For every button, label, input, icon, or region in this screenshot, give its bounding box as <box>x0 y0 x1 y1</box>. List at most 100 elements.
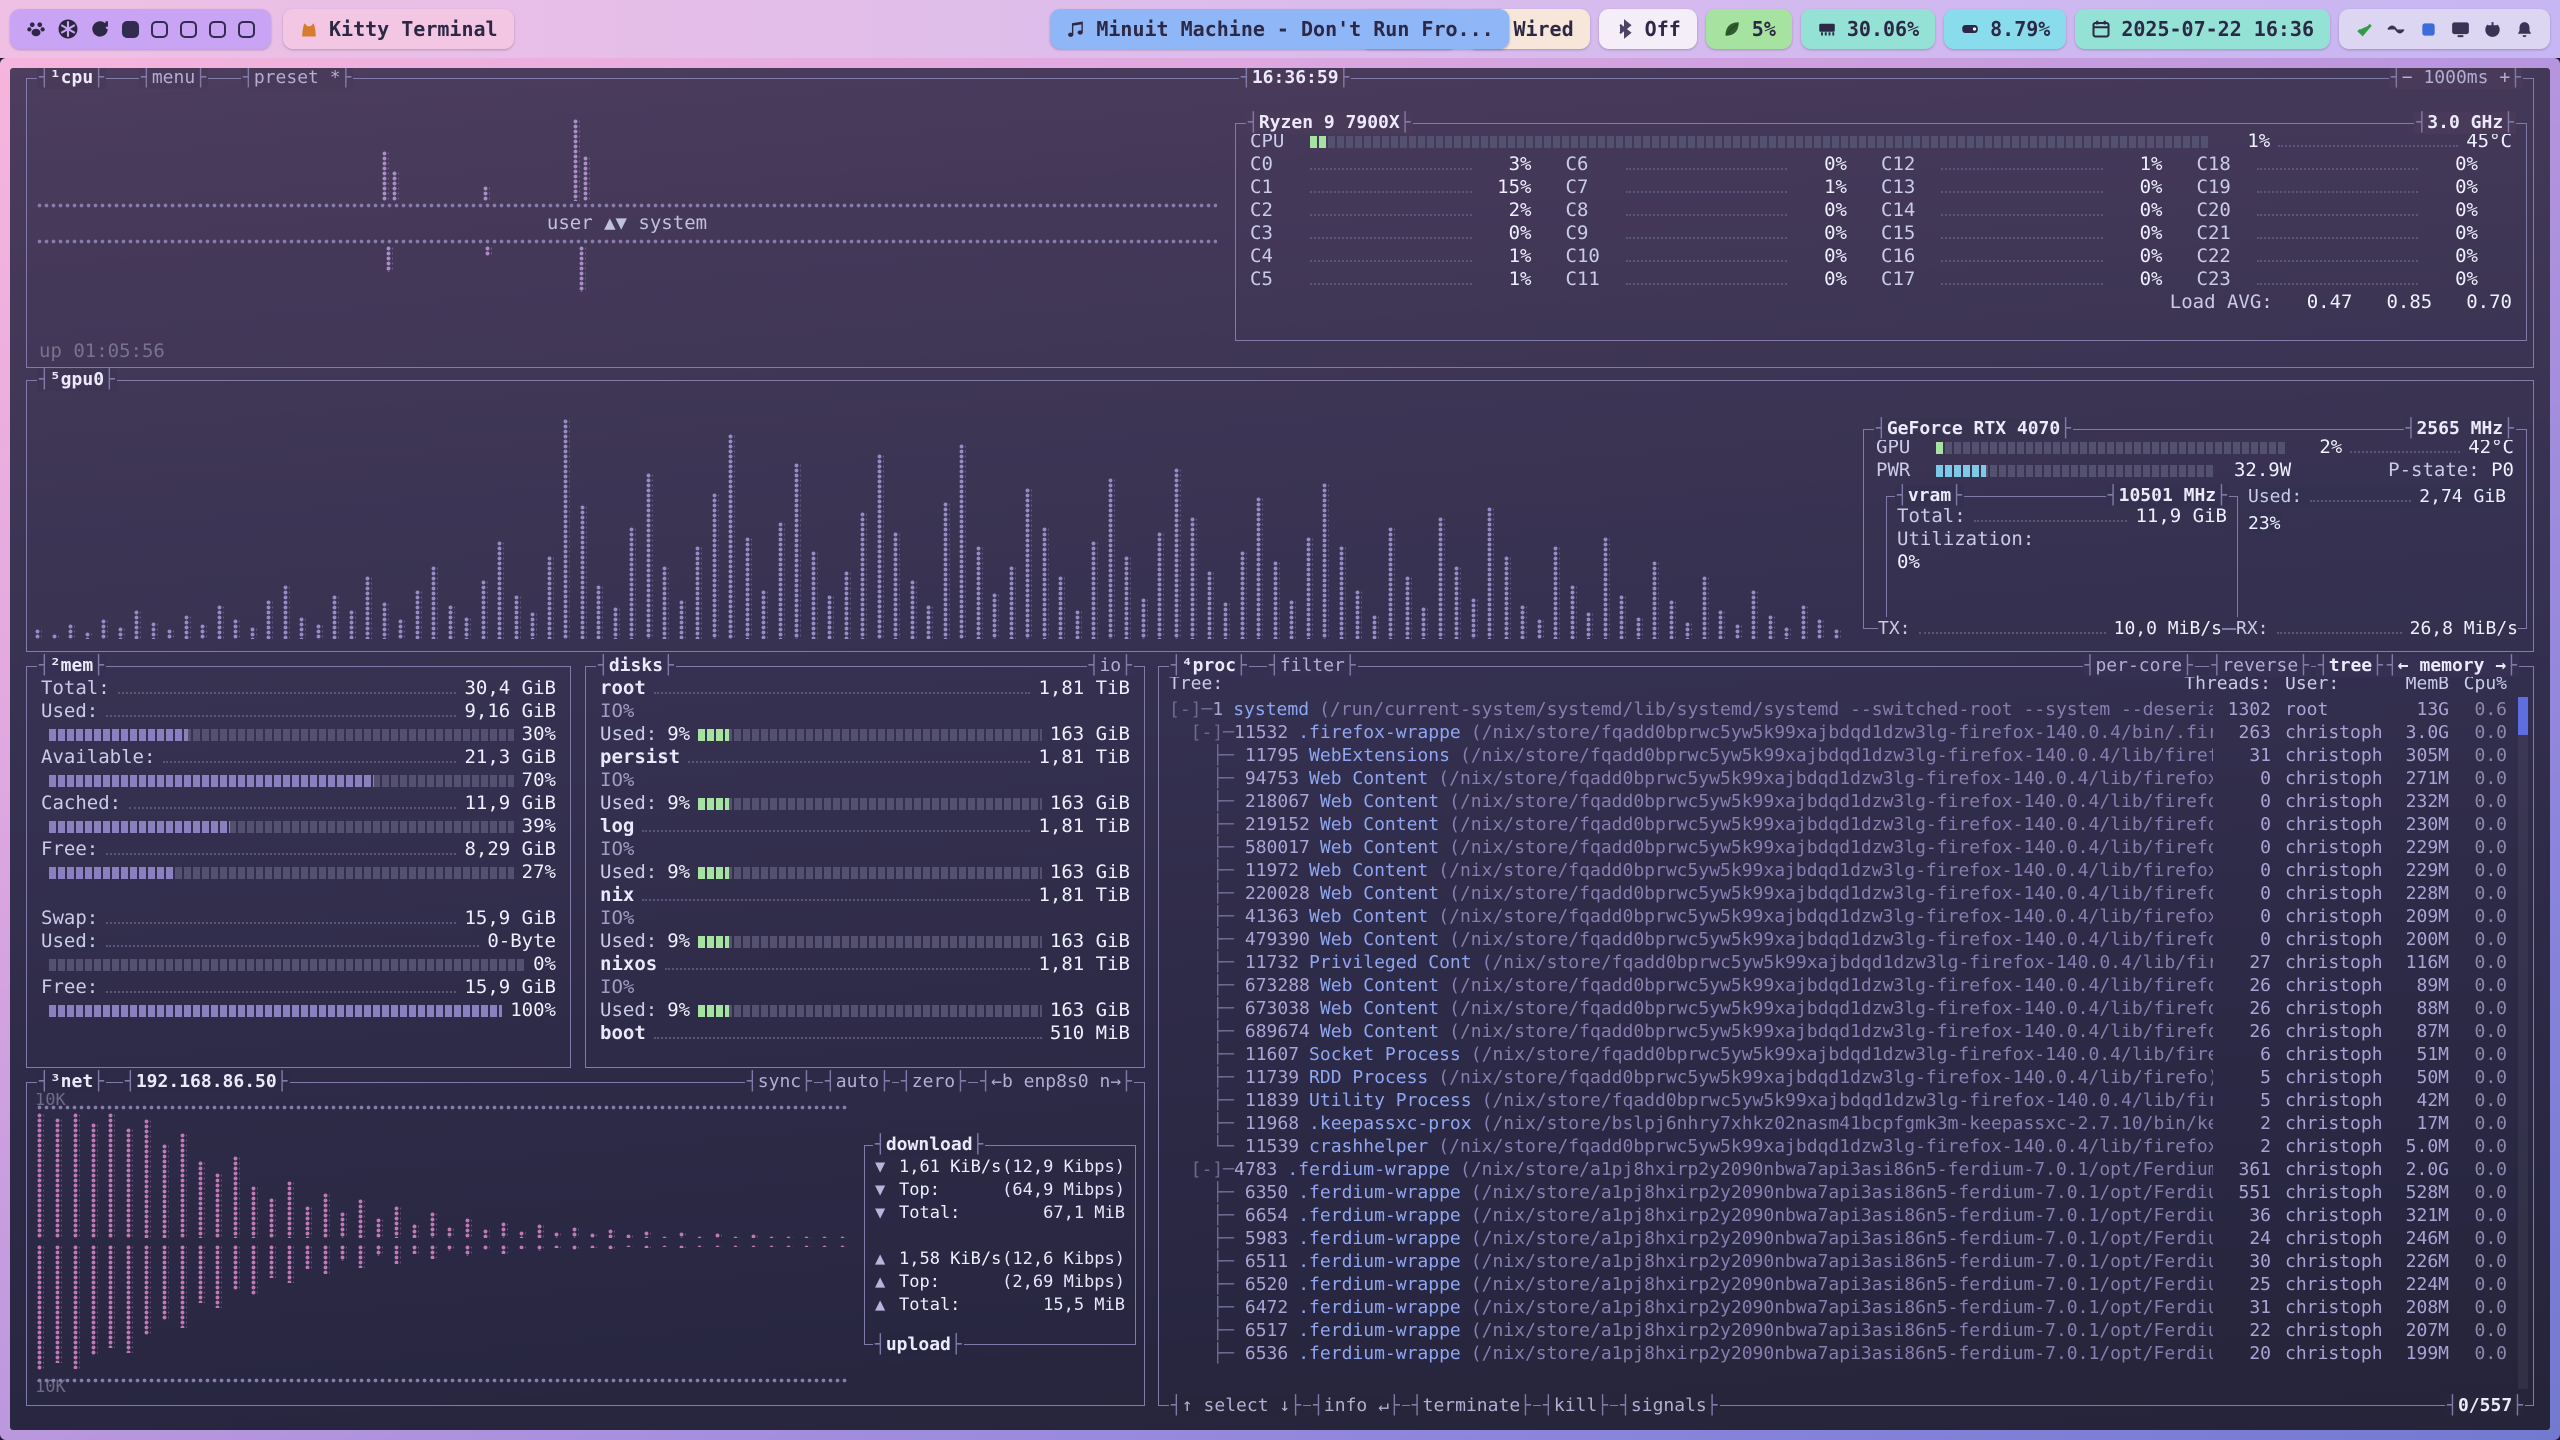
bell-icon[interactable] <box>2515 20 2534 39</box>
process-row[interactable]: ├─ 5983.ferdium-wrappe(/nix/store/a1pj8h… <box>1169 1227 2507 1250</box>
gpu-power-row: PWR 32.9W P-state: P0 <box>1876 459 2514 482</box>
process-row[interactable]: ├─ 218067Web Content(/nix/store/fqadd0bp… <box>1169 790 2507 813</box>
process-row[interactable]: ├─ 6536.ferdium-wrappe(/nix/store/a1pj8h… <box>1169 1342 2507 1365</box>
process-pid: 219152 <box>1245 813 1310 836</box>
process-name: Socket Process <box>1309 1043 1461 1066</box>
status-module[interactable]: Off <box>1599 9 1697 49</box>
footer-action[interactable]: info ↵ <box>1311 1395 1402 1417</box>
process-panel: ⁴proc filter per-core reverse tree ← mem… <box>1158 666 2534 1406</box>
footer-action[interactable]: terminate <box>1410 1395 1533 1417</box>
upload-graph <box>37 1245 847 1370</box>
load-avg-5: 0.85 <box>2386 291 2432 314</box>
process-row[interactable]: ├─ 41363Web Content(/nix/store/fqadd0bpr… <box>1169 905 2507 928</box>
process-row[interactable]: [-]─4783.ferdium-wrappe(/nix/store/a1pj8… <box>1169 1158 2507 1181</box>
per-core-toggle[interactable]: per-core <box>2083 655 2195 677</box>
status-module[interactable]: 30.06% <box>1801 9 1935 49</box>
upload-stat-row: ▲ Top: (2,69 Mibps) <box>875 1271 1125 1294</box>
process-user: christoph <box>2271 1020 2383 1043</box>
process-row[interactable]: [-]─11532.firefox-wrappe(/nix/store/fqad… <box>1169 721 2507 744</box>
reverse-toggle[interactable]: reverse <box>2209 655 2311 677</box>
gpu-tx-row: TX: 10,0 MiB/s <box>1878 617 2222 639</box>
footer-action[interactable]: signals <box>1618 1395 1720 1417</box>
paw-icon[interactable] <box>26 19 46 39</box>
memory-row-label: Cached: <box>41 792 121 815</box>
status-module[interactable]: 8.79% <box>1944 9 2066 49</box>
process-row[interactable]: ├─ 11839Utility Process(/nix/store/fqadd… <box>1169 1089 2507 1112</box>
tree-prefix: ├─ <box>1169 767 1245 790</box>
process-row[interactable]: ├─ 580017Web Content(/nix/store/fqadd0bp… <box>1169 836 2507 859</box>
menu-button[interactable]: menu <box>139 68 208 89</box>
media-module[interactable]: Minuit Machine - Don't Run Fro... <box>1050 9 1509 49</box>
process-row[interactable]: ├─ 219152Web Content(/nix/store/fqadd0bp… <box>1169 813 2507 836</box>
process-row[interactable]: ├─ 6517.ferdium-wrappe(/nix/store/a1pj8h… <box>1169 1319 2507 1342</box>
status-module[interactable]: 5% <box>1706 9 1792 49</box>
preset-button[interactable]: preset * <box>241 68 353 89</box>
footer-action[interactable]: kill <box>1541 1395 1610 1417</box>
memory-row: Used: 0-Byte <box>41 930 556 953</box>
status-module[interactable]: 2025-07-22 16:36 <box>2075 9 2330 49</box>
net-auto-toggle[interactable]: auto <box>823 1071 892 1093</box>
process-row[interactable]: ├─ 220028Web Content(/nix/store/fqadd0bp… <box>1169 882 2507 905</box>
process-row[interactable]: ├─ 11739RDD Process(/nix/store/fqadd0bpr… <box>1169 1066 2507 1089</box>
process-row[interactable]: ├─ 94753Web Content(/nix/store/fqadd0bpr… <box>1169 767 2507 790</box>
workspace-button[interactable] <box>122 21 139 38</box>
process-row[interactable]: ├─ 11607Socket Process(/nix/store/fqadd0… <box>1169 1043 2507 1066</box>
process-row[interactable]: ├─ 673038Web Content(/nix/store/fqadd0bp… <box>1169 997 2507 1020</box>
process-row[interactable]: ├─ 689674Web Content(/nix/store/fqadd0bp… <box>1169 1020 2507 1043</box>
up-arrow-icon: ▲ <box>875 1294 899 1317</box>
footer-action[interactable]: ↑ select ↓ <box>1169 1395 1303 1417</box>
workspace-button[interactable] <box>238 21 255 38</box>
process-row[interactable]: ├─ 11732Privileged Cont(/nix/store/fqadd… <box>1169 951 2507 974</box>
display-icon[interactable] <box>2451 20 2470 39</box>
vram-used-pct: 23% <box>2248 512 2281 535</box>
tree-toggle[interactable]: tree <box>2316 655 2385 677</box>
core-usage: 0% <box>2426 176 2478 199</box>
process-pid: 11607 <box>1245 1043 1299 1066</box>
process-mem: 87M <box>2383 1020 2449 1043</box>
process-mem: 2.0G <box>2383 1158 2449 1181</box>
process-row[interactable]: ├─ 6350.ferdium-wrappe(/nix/store/a1pj8h… <box>1169 1181 2507 1204</box>
process-pid: 11732 <box>1245 951 1299 974</box>
check-icon[interactable] <box>2355 20 2374 39</box>
process-scrollbar[interactable] <box>2518 697 2528 1389</box>
workspace-button[interactable] <box>180 21 197 38</box>
process-name: .ferdium-wrappe <box>1298 1342 1461 1365</box>
process-row[interactable]: ├─ 673288Web Content(/nix/store/fqadd0bp… <box>1169 974 2507 997</box>
nixos-icon[interactable] <box>58 19 78 39</box>
process-row[interactable]: [-]─1systemd(/run/current-system/systemd… <box>1169 698 2507 721</box>
net-sync-toggle[interactable]: sync <box>745 1071 814 1093</box>
memory-panel: ²mem Total: 30,4 GiB Used: 9,16 GiB 30% <box>26 666 571 1068</box>
io-mode-toggle[interactable]: io <box>1087 655 1134 677</box>
process-row[interactable]: ├─ 6654.ferdium-wrappe(/nix/store/a1pj8h… <box>1169 1204 2507 1227</box>
workspace-button[interactable] <box>151 21 168 38</box>
power-icon[interactable] <box>2483 20 2502 39</box>
process-cpu: 0.0 <box>2449 1112 2507 1135</box>
process-name: Web Content <box>1320 974 1439 997</box>
cpu-model: Ryzen 9 7900X <box>1246 112 1413 134</box>
indicator-icon[interactable] <box>2419 20 2438 39</box>
net-interface-switcher[interactable]: ←b enp8s0 n→ <box>978 1071 1134 1093</box>
process-row[interactable]: └─ 11539crashhelper(/nix/store/fqadd0bpr… <box>1169 1135 2507 1158</box>
workspace-button[interactable] <box>209 21 226 38</box>
process-row[interactable]: ├─ 479390Web Content(/nix/store/fqadd0bp… <box>1169 928 2507 951</box>
scrollbar-thumb[interactable] <box>2518 697 2528 735</box>
tree-prefix: [-]─ <box>1169 698 1212 721</box>
process-row[interactable]: ├─ 11968.keepassxc-prox(/nix/store/bslpj… <box>1169 1112 2507 1135</box>
active-window-module[interactable]: Kitty Terminal <box>283 9 514 49</box>
process-command: (/nix/store/a1pj8hxirp2y2090nbwa7api3asi… <box>1471 1204 2213 1227</box>
core-usage: 0% <box>1795 268 1847 291</box>
process-row[interactable]: ├─ 11795WebExtensions(/nix/store/fqadd0b… <box>1169 744 2507 767</box>
core-label: C12 <box>1881 153 1933 176</box>
filter-button[interactable]: filter <box>1267 655 1358 677</box>
process-row[interactable]: ├─ 6511.ferdium-wrappe(/nix/store/a1pj8h… <box>1169 1250 2507 1273</box>
sort-column-selector[interactable]: ← memory → <box>2385 655 2519 677</box>
reload-icon[interactable] <box>90 19 110 39</box>
network-wave-icon[interactable] <box>2387 20 2406 39</box>
process-row[interactable]: ├─ 6472.ferdium-wrappe(/nix/store/a1pj8h… <box>1169 1296 2507 1319</box>
process-row[interactable]: ├─ 11972Web Content(/nix/store/fqadd0bpr… <box>1169 859 2507 882</box>
update-interval-control[interactable]: − 1000ms + <box>2389 68 2523 89</box>
cpu-system-graph <box>37 246 1217 328</box>
net-zero-toggle[interactable]: zero <box>899 1071 968 1093</box>
memory-row-value: 11,9 GiB <box>464 792 556 815</box>
process-row[interactable]: ├─ 6520.ferdium-wrappe(/nix/store/a1pj8h… <box>1169 1273 2507 1296</box>
